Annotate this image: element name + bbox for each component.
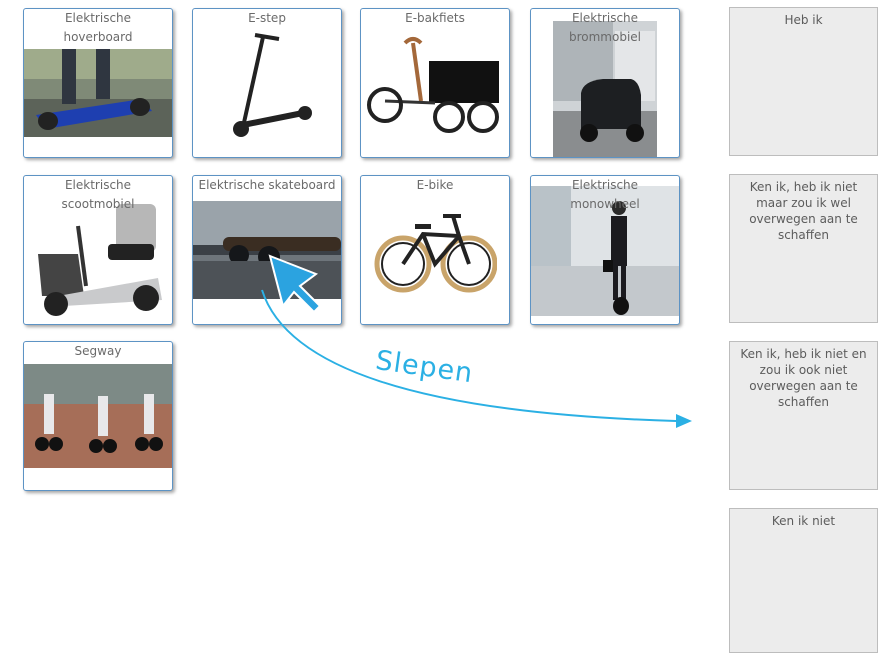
dropzone-label: Ken ik, heb ik niet en zou ik ook niet o… — [740, 347, 867, 409]
card-title: Elektrische scootmobiel — [61, 178, 135, 211]
dropzone-zou-wel-overwegen[interactable]: Ken ik, heb ik niet maar zou ik wel over… — [729, 174, 878, 323]
card-title: Elektrische brommobiel — [568, 11, 642, 44]
dropzone-label: Heb ik — [784, 13, 823, 27]
arrow-head-icon — [676, 414, 692, 428]
card-title: E-step — [248, 11, 286, 25]
card-e-step[interactable]: E-step — [192, 8, 342, 158]
card-title: E-bakfiets — [405, 11, 465, 25]
e-bakfiets-image — [365, 31, 505, 135]
card-elektrische-monowheel[interactable]: Elektrische monowheel — [530, 175, 680, 325]
scootmobiel-image — [28, 196, 168, 320]
segway-image — [24, 364, 172, 468]
card-elektrische-skateboard[interactable]: Elektrische skateboard — [192, 175, 342, 325]
card-elektrische-hoverboard[interactable]: Elektrische hoverboard — [23, 8, 173, 158]
card-e-bike[interactable]: E-bike — [360, 175, 510, 325]
card-title: Elektrische hoverboard — [63, 11, 133, 44]
card-title: Elektrische skateboard — [198, 178, 336, 192]
e-step-image — [203, 29, 331, 141]
card-segway[interactable]: Segway — [23, 341, 173, 491]
card-elektrische-scootmobiel[interactable]: Elektrische scootmobiel — [23, 175, 173, 325]
card-title: Elektrische monowheel — [570, 178, 640, 211]
drag-hint-text: Slepen — [373, 345, 476, 390]
card-title: Segway — [74, 344, 122, 358]
card-e-bakfiets[interactable]: E-bakfiets — [360, 8, 510, 158]
dropzone-heb-ik[interactable]: Heb ik — [729, 7, 878, 156]
card-elektrische-brommobiel[interactable]: Elektrische brommobiel — [530, 8, 680, 158]
skateboard-image — [193, 201, 341, 299]
e-bike-image — [373, 206, 497, 296]
hoverboard-image — [24, 49, 172, 137]
dropzone-ken-ik-niet[interactable]: Ken ik niet — [729, 508, 878, 653]
card-title: E-bike — [416, 178, 454, 192]
dropzone-zou-niet-overwegen[interactable]: Ken ik, heb ik niet en zou ik ook niet o… — [729, 341, 878, 490]
dropzone-label: Ken ik niet — [771, 514, 836, 528]
dropzone-label: Ken ik, heb ik niet maar zou ik wel over… — [749, 180, 858, 242]
